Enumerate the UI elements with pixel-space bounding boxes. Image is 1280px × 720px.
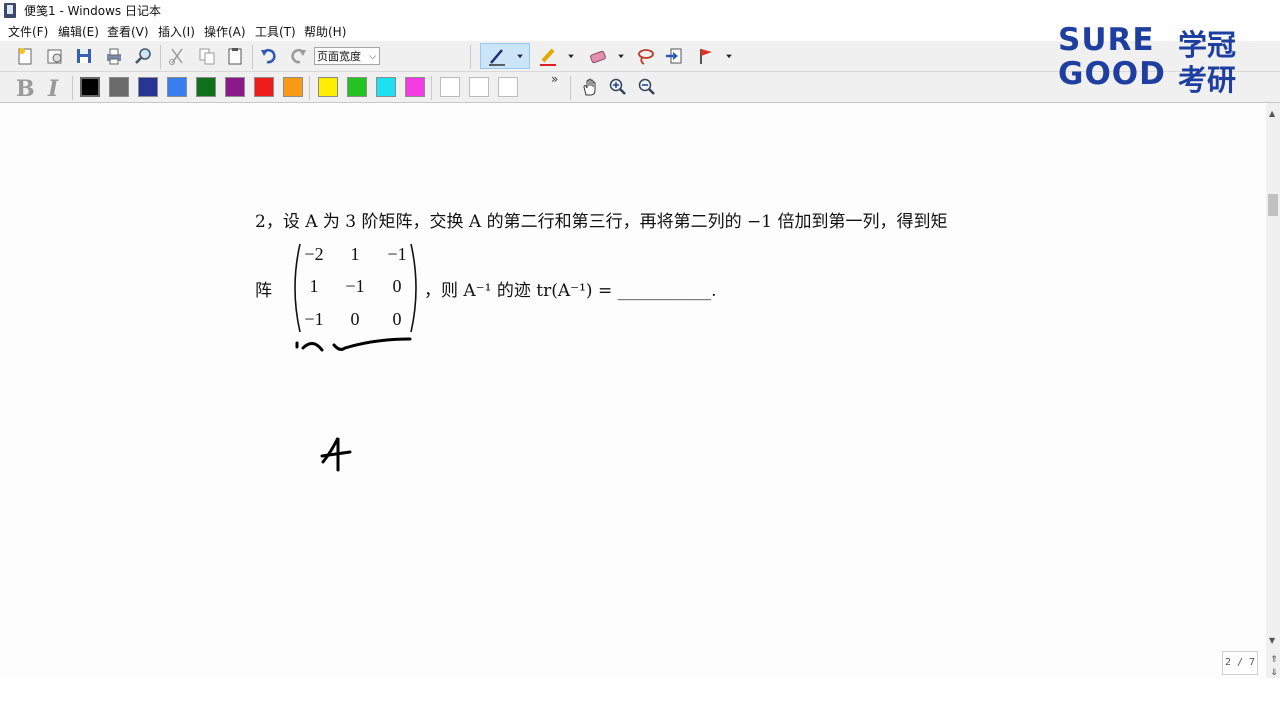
custom-color-1[interactable]: [440, 77, 460, 97]
color-cyan[interactable]: [376, 77, 396, 97]
menu-help[interactable]: 帮助(H): [304, 23, 346, 40]
title-bar: 便笺1 - Windows 日记本: [0, 0, 1280, 21]
matrix-cell: 0: [350, 309, 360, 329]
menu-tools[interactable]: 工具(T): [255, 23, 296, 40]
color-orange[interactable]: [283, 77, 303, 97]
matrix: −2 1 −1 1 −1 0 −1 0 0: [288, 240, 423, 336]
bold-button[interactable]: B: [16, 76, 35, 102]
color-lime[interactable]: [347, 77, 367, 97]
hand-pan-icon[interactable]: [578, 76, 602, 98]
color-green[interactable]: [196, 77, 216, 97]
menu-insert[interactable]: 插入(I): [158, 23, 195, 40]
color-gray[interactable]: [109, 77, 129, 97]
find-icon[interactable]: [131, 45, 155, 67]
menu-edit[interactable]: 编辑(E): [58, 23, 99, 40]
menu-file[interactable]: 文件(F): [8, 23, 48, 40]
color-navy[interactable]: [138, 77, 158, 97]
scroll-down-icon[interactable]: ▼: [1269, 636, 1275, 645]
zoom-select[interactable]: 页面宽度 ⌵: [314, 47, 380, 65]
custom-color-3[interactable]: [498, 77, 518, 97]
flag-icon[interactable]: [694, 45, 718, 67]
color-purple[interactable]: [225, 77, 245, 97]
menu-actions[interactable]: 操作(A): [204, 23, 246, 40]
matrix-cell: 0: [392, 309, 402, 329]
custom-color-2[interactable]: [469, 77, 489, 97]
eraser-dropdown-icon[interactable]: [614, 45, 628, 67]
matrix-cell: −2: [304, 244, 324, 264]
undo-icon[interactable]: [257, 45, 281, 67]
zoom-value: 页面宽度: [317, 50, 361, 63]
brand-cn-2: 考研: [1178, 63, 1237, 97]
matrix-cell: −1: [387, 244, 407, 264]
note-page[interactable]: [0, 103, 1266, 678]
matrix-cell: 0: [392, 276, 402, 296]
bottom-area: [0, 678, 1280, 720]
new-note-icon[interactable]: [13, 45, 37, 67]
matrix-cell: −1: [345, 276, 365, 296]
pen-icon[interactable]: [485, 45, 509, 67]
previous-page-icon[interactable]: ⇑: [1268, 654, 1280, 666]
cut-icon[interactable]: [165, 45, 189, 67]
question-lead: 阵: [255, 281, 272, 301]
brand-good: GOOD: [1058, 56, 1166, 92]
lasso-select-icon[interactable]: [634, 45, 658, 67]
zoom-out-icon[interactable]: [635, 76, 659, 98]
highlighter-icon[interactable]: [536, 45, 560, 67]
question-line-1: 2，设 A 为 3 阶矩阵，交换 A 的第二行和第三行，再将第二列的 −1 倍加…: [255, 212, 948, 232]
color-red[interactable]: [254, 77, 274, 97]
color-black[interactable]: [80, 77, 100, 97]
matrix-cell: 1: [350, 244, 360, 264]
chevron-down-icon: ⌵: [369, 52, 376, 62]
highlighter-dropdown-icon[interactable]: [564, 45, 578, 67]
brand-logo: SURE GOOD 学冠 考研: [1058, 22, 1258, 97]
matrix-cell: −1: [304, 309, 324, 329]
scroll-up-icon[interactable]: ▲: [1269, 109, 1275, 118]
color-magenta[interactable]: [405, 77, 425, 97]
paste-icon[interactable]: [223, 45, 247, 67]
zoom-in-icon[interactable]: [606, 76, 630, 98]
window-title: 便笺1 - Windows 日记本: [24, 4, 161, 18]
save-icon[interactable]: [72, 45, 96, 67]
question-tail: ，则 A⁻¹ 的迹 tr(A⁻¹) = ___________.: [424, 281, 717, 301]
copy-icon[interactable]: [195, 45, 219, 67]
matrix-cell: 1: [309, 276, 319, 296]
color-yellow[interactable]: [318, 77, 338, 97]
redo-icon[interactable]: [286, 45, 310, 67]
flag-dropdown-icon[interactable]: [722, 45, 736, 67]
open-note-icon[interactable]: [43, 45, 67, 67]
eraser-icon[interactable]: [586, 45, 610, 67]
brand-sure: SURE: [1058, 22, 1155, 58]
print-icon[interactable]: [102, 45, 126, 67]
menu-view[interactable]: 查看(V): [107, 23, 149, 40]
italic-button[interactable]: I: [48, 76, 58, 102]
scroll-thumb[interactable]: [1268, 194, 1278, 216]
journal-app-icon: [4, 3, 16, 18]
page-indicator: 2 / 7: [1222, 651, 1258, 675]
pen-dropdown-icon[interactable]: [513, 45, 527, 67]
toolbar-overflow-button[interactable]: »: [551, 72, 558, 86]
color-blue[interactable]: [167, 77, 187, 97]
insert-space-icon[interactable]: [662, 45, 686, 67]
vertical-scrollbar[interactable]: ▲ ▼: [1266, 103, 1280, 678]
